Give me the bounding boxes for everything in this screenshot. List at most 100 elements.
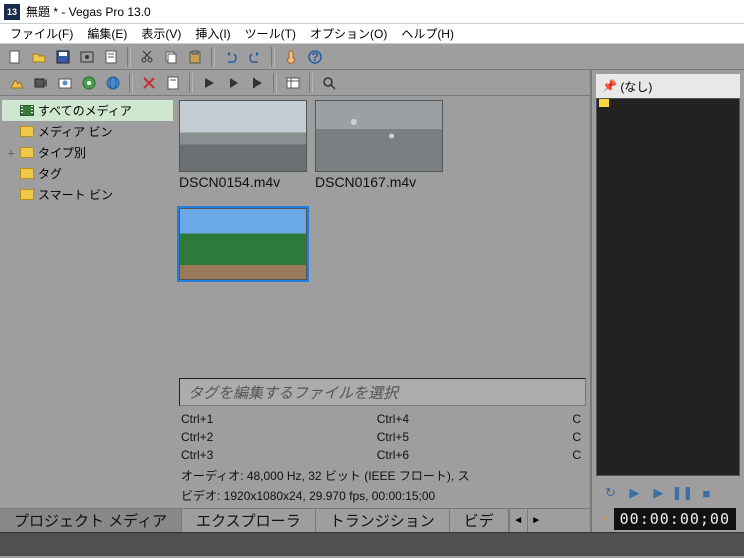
stop-button[interactable]: [246, 72, 268, 94]
workspace: すべてのメディア メディア ビン + タイプ別 タグ スマート ビン DSCN01…: [0, 70, 744, 532]
media-thumb[interactable]: DSCN0154.m4v: [179, 100, 309, 190]
tree-label: すべてのメディア: [38, 102, 132, 119]
menu-edit[interactable]: 編集(E): [81, 23, 133, 44]
folder-icon: [20, 126, 34, 137]
paste-button[interactable]: [184, 46, 206, 68]
play-button[interactable]: [222, 72, 244, 94]
redo-button[interactable]: [244, 46, 266, 68]
shortcut-label: C: [572, 448, 584, 462]
dock-tabs: プロジェクト メディア エクスプローラ トランジション ビデ ◄ ►: [0, 508, 590, 532]
play-start-button[interactable]: [198, 72, 220, 94]
tree-item-by-type[interactable]: + タイプ別: [2, 142, 173, 163]
tab-project-media[interactable]: プロジェクト メディア: [0, 509, 182, 532]
play-from-start-button[interactable]: ▶: [624, 484, 644, 502]
menubar: ファイル(F) 編集(E) 表示(V) 挿入(I) ツール(T) オプション(O…: [0, 24, 744, 44]
tab-explorer[interactable]: エクスプローラ: [182, 509, 316, 532]
tree-label: スマート ビン: [38, 186, 113, 203]
save-button[interactable]: [52, 46, 74, 68]
help-icon[interactable]: ?: [304, 46, 326, 68]
play-button[interactable]: ▶: [648, 484, 668, 502]
timeline-area[interactable]: [0, 532, 744, 556]
expand-icon[interactable]: +: [6, 146, 16, 160]
tree-label: メディア ビン: [38, 123, 113, 140]
tree-item-media-bin[interactable]: メディア ビン: [2, 121, 173, 142]
thumb-image: [315, 100, 443, 172]
project-media-panel: すべてのメディア メディア ビン + タイプ別 タグ スマート ビン DSCN01…: [0, 70, 592, 532]
timecode-row: ◔ 00:00:00;00: [592, 506, 744, 532]
preview-viewport[interactable]: [596, 98, 740, 476]
touch-button[interactable]: [280, 46, 302, 68]
menu-tools[interactable]: ツール(T): [239, 23, 302, 44]
app-icon: 13: [4, 4, 20, 20]
render-button[interactable]: [76, 46, 98, 68]
menu-view[interactable]: 表示(V): [135, 23, 187, 44]
media-info: オーディオ: 48,000 Hz, 32 ビット (IEEE フロート), ス …: [175, 466, 590, 508]
menu-help[interactable]: ヘルプ(H): [395, 23, 460, 44]
open-button[interactable]: [28, 46, 50, 68]
menu-options[interactable]: オプション(O): [304, 23, 393, 44]
folder-icon: [20, 168, 34, 179]
search-button[interactable]: [318, 72, 340, 94]
cut-button[interactable]: [136, 46, 158, 68]
marker-icon: [599, 99, 609, 107]
shortcut-label: Ctrl+6: [377, 448, 573, 462]
video-info: ビデオ: 1920x1080x24, 29.970 fps, 00:00:15;…: [181, 486, 584, 506]
shortcut-label: C: [572, 430, 584, 444]
transport-controls: ↻ ▶ ▶ ❚❚ ■: [592, 480, 744, 506]
remove-media-button[interactable]: [138, 72, 160, 94]
menu-file[interactable]: ファイル(F): [4, 23, 79, 44]
svg-text:?: ?: [311, 50, 318, 64]
thumb-label: DSCN0167.m4v: [315, 174, 445, 190]
project-media-body: すべてのメディア メディア ビン + タイプ別 タグ スマート ビン DSCN01…: [0, 96, 590, 508]
shortcut-label: Ctrl+4: [377, 412, 573, 426]
views-button[interactable]: [282, 72, 304, 94]
media-content: DSCN0154.m4v DSCN0167.m4v: [175, 96, 590, 508]
preview-list-label: (なし): [620, 78, 652, 95]
import-media-button[interactable]: [6, 72, 28, 94]
preview-panel: 📌 (なし) ↻ ▶ ▶ ❚❚ ■ ◔ 00:00:00;00: [592, 70, 744, 532]
new-project-button[interactable]: [4, 46, 26, 68]
thumbnail-area[interactable]: DSCN0154.m4v DSCN0167.m4v: [175, 96, 590, 374]
capture-video-button[interactable]: [30, 72, 52, 94]
copy-button[interactable]: [160, 46, 182, 68]
get-photo-button[interactable]: [54, 72, 76, 94]
tag-editor[interactable]: タグを編集するファイルを選択: [179, 378, 586, 406]
tab-video-fx[interactable]: ビデ: [450, 509, 509, 532]
window-title: 無題 * - Vegas Pro 13.0: [26, 3, 151, 20]
shortcut-label: Ctrl+2: [181, 430, 377, 444]
pause-button[interactable]: ❚❚: [672, 484, 692, 502]
thumb-label: DSCN0154.m4v: [179, 174, 309, 190]
tab-scroll-right[interactable]: ►: [527, 509, 545, 532]
pin-icon[interactable]: 📌: [602, 79, 616, 93]
get-web-button[interactable]: [102, 72, 124, 94]
media-thumb[interactable]: [179, 208, 309, 282]
media-thumb[interactable]: DSCN0167.m4v: [315, 100, 445, 190]
clock-icon: ◔: [600, 512, 607, 526]
tree-label: タイプ別: [38, 144, 86, 161]
tab-transitions[interactable]: トランジション: [316, 509, 450, 532]
media-properties-button[interactable]: [162, 72, 184, 94]
tree-item-all-media[interactable]: すべてのメディア: [2, 100, 173, 121]
thumb-image: [179, 208, 307, 280]
toolbar-separator: [127, 47, 131, 67]
project-media-toolbar: [0, 70, 590, 96]
thumb-image: [179, 100, 307, 172]
menu-insert[interactable]: 挿入(I): [189, 23, 236, 44]
tree-item-smart-bin[interactable]: スマート ビン: [2, 184, 173, 205]
toolbar-separator: [211, 47, 215, 67]
timecode-display[interactable]: 00:00:00;00: [614, 508, 736, 530]
shortcut-label: C: [572, 412, 584, 426]
toolbar-separator: [189, 73, 193, 93]
shortcut-label: Ctrl+5: [377, 430, 573, 444]
audio-info: オーディオ: 48,000 Hz, 32 ビット (IEEE フロート), ス: [181, 466, 584, 486]
toolbar-separator: [129, 73, 133, 93]
titlebar: 13 無題 * - Vegas Pro 13.0: [0, 0, 744, 24]
loop-button[interactable]: ↻: [600, 484, 620, 502]
media-tree[interactable]: すべてのメディア メディア ビン + タイプ別 タグ スマート ビン: [0, 96, 175, 508]
tab-scroll-left[interactable]: ◄: [509, 509, 527, 532]
stop-button[interactable]: ■: [696, 484, 716, 502]
tree-item-tags[interactable]: タグ: [2, 163, 173, 184]
extract-audio-button[interactable]: [78, 72, 100, 94]
properties-button[interactable]: [100, 46, 122, 68]
undo-button[interactable]: [220, 46, 242, 68]
